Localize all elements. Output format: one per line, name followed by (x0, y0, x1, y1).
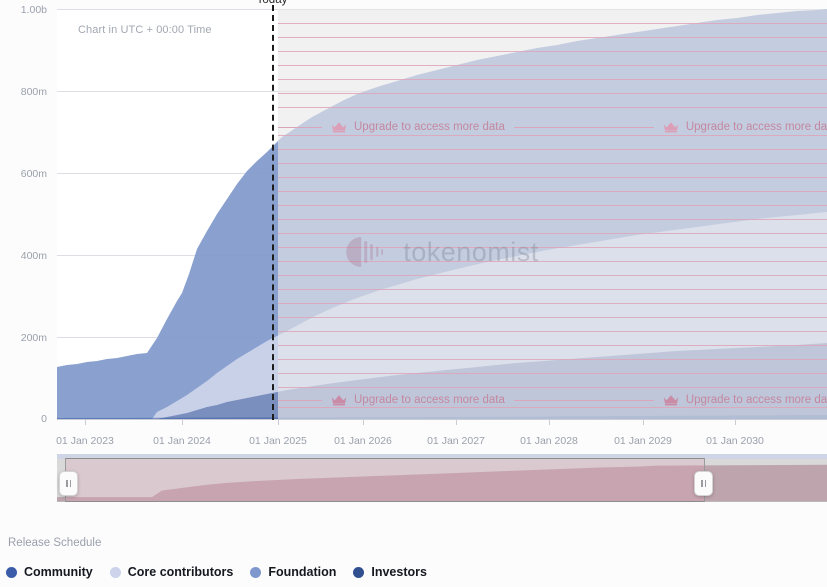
upgrade-row-top[interactable]: Upgrade to access more data Upgrade to a… (278, 121, 827, 133)
upgrade-label: Upgrade to access more data (685, 394, 827, 406)
crown-icon (331, 122, 347, 133)
legend-label: Community (24, 565, 93, 579)
y-tick-label: 1.00b (20, 4, 47, 16)
legend-label: Investors (371, 565, 427, 579)
upgrade-label: Upgrade to access more data (354, 394, 505, 406)
legend-swatch-icon (109, 566, 121, 578)
legend-swatch-icon (6, 566, 17, 578)
range-slider[interactable] (57, 454, 827, 502)
range-slider-selection[interactable] (65, 458, 705, 502)
legend-item-foundation[interactable]: Foundation (250, 565, 336, 579)
x-axis-labels: 01 Jan 2023 01 Jan 2024 01 Jan 2025 01 J… (0, 435, 827, 453)
x-tick-label: 01 Jan 2027 (427, 435, 485, 447)
x-tick-label: 01 Jan 2028 (520, 435, 578, 447)
x-tick-label: 01 Jan 2025 (249, 435, 307, 447)
y-tick-label: 600m (20, 168, 47, 180)
chart-legend[interactable]: Community Core contributors Foundation I… (6, 565, 444, 579)
upgrade-cta[interactable]: Upgrade to access more data (322, 394, 514, 406)
today-marker-label: Today (256, 0, 288, 6)
upgrade-cta[interactable]: Upgrade to access more data (654, 121, 827, 133)
x-tick-label: 01 Jan 2026 (334, 435, 392, 447)
crown-icon (331, 395, 347, 406)
legend-swatch-icon (250, 566, 262, 578)
paywall-overlay[interactable]: Upgrade to access more data Upgrade to a… (278, 9, 827, 419)
x-tick-label: 01 Jan 2030 (706, 435, 764, 447)
upgrade-label: Upgrade to access more data (354, 121, 505, 133)
y-tick-label: 0 (41, 413, 47, 425)
chart-area[interactable]: 1.00b 800m 600m 400m 200m 0 Chart in UTC… (0, 0, 827, 447)
range-left-handle[interactable] (59, 471, 78, 496)
watermark: tokenomist (345, 235, 539, 269)
x-axis-line (57, 419, 827, 420)
x-tick-label: 01 Jan 2023 (56, 435, 114, 447)
tokenomist-release-schedule-chart: 1.00b 800m 600m 400m 200m 0 Chart in UTC… (0, 0, 827, 587)
legend-label: Foundation (268, 565, 337, 579)
x-tick-label: 01 Jan 2029 (614, 435, 672, 447)
legend-item-community[interactable]: Community (6, 565, 93, 579)
watermark-text: tokenomist (403, 236, 539, 267)
legend-item-investors[interactable]: Investors (353, 565, 427, 579)
upgrade-cta[interactable]: Upgrade to access more data (322, 121, 514, 133)
y-axis-labels: 1.00b 800m 600m 400m 200m 0 (0, 0, 52, 440)
range-right-handle[interactable] (694, 471, 713, 496)
y-tick-label: 400m (20, 250, 47, 262)
legend-item-core-contributors[interactable]: Core contributors (109, 565, 234, 579)
legend-swatch-icon (353, 566, 365, 578)
tokenomist-logo-icon (346, 237, 384, 267)
y-tick-label: 200m (20, 332, 47, 344)
crown-icon (663, 122, 679, 133)
today-marker-line (272, 5, 274, 420)
x-tick-label: 01 Jan 2024 (153, 435, 211, 447)
upgrade-label: Upgrade to access more data (685, 121, 827, 133)
chart-footer-title: Release Schedule (8, 537, 102, 549)
y-tick-label: 800m (20, 86, 47, 98)
upgrade-cta[interactable]: Upgrade to access more data (654, 394, 827, 406)
legend-label: Core contributors (127, 565, 234, 579)
crown-icon (663, 395, 679, 406)
upgrade-row-bottom[interactable]: Upgrade to access more data Upgrade to a… (278, 394, 827, 406)
plot-canvas[interactable]: Chart in UTC + 00:00 Time Upgrade to acc… (57, 9, 827, 419)
